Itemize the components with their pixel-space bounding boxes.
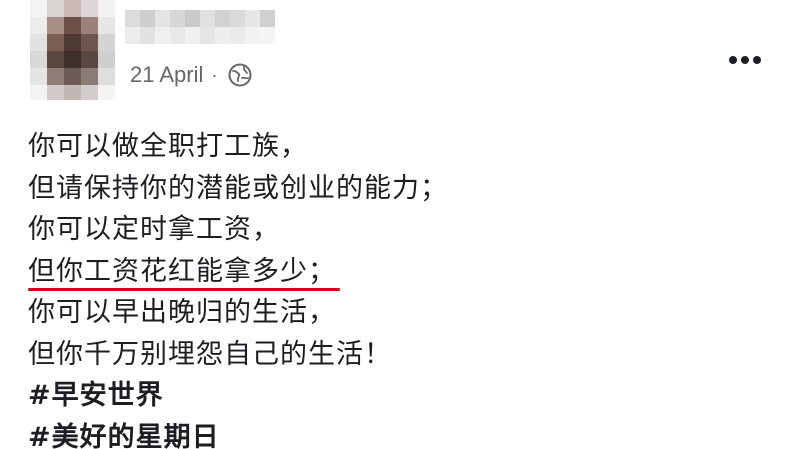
hashtag-1[interactable]: #早安世界 — [28, 375, 788, 417]
avatar-pixel — [64, 34, 81, 51]
avatar-pixel — [81, 51, 98, 68]
avatar-pixel — [30, 34, 47, 51]
post-meta: 21 April · — [130, 62, 253, 88]
name-pixel — [200, 10, 215, 27]
avatar-pixel — [30, 85, 47, 100]
avatar-pixel — [47, 0, 64, 17]
avatar-pixel — [98, 34, 115, 51]
name-pixel — [140, 27, 155, 44]
name-pixel — [125, 10, 140, 27]
post-line-1: 你可以做全职打工族， — [28, 131, 308, 162]
avatar-pixel — [64, 51, 81, 68]
name-pixel — [215, 27, 230, 44]
name-pixel — [245, 10, 260, 27]
avatar-pixel — [47, 51, 64, 68]
name-pixel — [230, 27, 245, 44]
name-pixel — [185, 27, 200, 44]
avatar-pixel — [47, 68, 64, 85]
name-pixel — [155, 10, 170, 27]
name-pixel — [215, 10, 230, 27]
name-pixel — [140, 10, 155, 27]
avatar-pixel — [30, 0, 47, 17]
avatar-pixel — [81, 0, 98, 17]
avatar-pixel — [98, 51, 115, 68]
avatar-pixel — [98, 85, 115, 100]
avatar-pixel — [64, 85, 81, 100]
avatar-pixel — [81, 85, 98, 100]
more-options-icon — [729, 56, 761, 64]
name-pixel — [200, 27, 215, 44]
post-line-6: 但你千万别埋怨自己的生活！ — [28, 338, 392, 370]
hashtag-2[interactable]: #美好的星期日 — [28, 417, 788, 449]
name-pixel — [245, 27, 260, 44]
globe-icon[interactable] — [227, 62, 253, 88]
avatar-pixel — [81, 68, 98, 85]
name-pixel — [170, 10, 185, 27]
name-pixel — [230, 10, 245, 27]
post-line-4-text: 但你工资花红能拿多少； — [28, 255, 336, 287]
post-header: 21 April · — [0, 0, 800, 120]
avatar[interactable] — [30, 0, 115, 100]
name-pixel — [170, 27, 185, 44]
avatar-pixel — [30, 17, 47, 34]
avatar-pixel — [64, 17, 81, 34]
name-pixel — [260, 27, 275, 44]
avatar-pixel — [30, 68, 47, 85]
name-pixel — [260, 10, 275, 27]
avatar-pixel — [47, 85, 64, 100]
red-underline-annotation — [28, 287, 340, 291]
name-pixel — [155, 27, 170, 44]
post-date[interactable]: 21 April — [130, 62, 203, 88]
avatar-pixel — [64, 0, 81, 17]
meta-separator: · — [211, 64, 218, 85]
avatar-pixel — [98, 0, 115, 17]
more-options-button[interactable] — [722, 45, 772, 75]
post-line-4-underlined: 但你工资花红能拿多少； — [28, 251, 788, 293]
avatar-pixel — [47, 17, 64, 34]
avatar-pixel — [98, 17, 115, 34]
post-line-2: 但请保持你的潜能或创业的能力； — [28, 172, 448, 204]
name-pixel — [185, 10, 200, 27]
post-line-5: 你可以早出晚归的生活， — [28, 297, 336, 328]
name-pixel — [125, 27, 140, 44]
post-body: 你可以做全职打工族， 但请保持你的潜能或创业的能力； 你可以定时拿工资， 但你工… — [28, 126, 788, 449]
avatar-pixel — [30, 51, 47, 68]
avatar-pixel — [47, 34, 64, 51]
avatar-pixel — [64, 68, 81, 85]
avatar-pixel — [98, 68, 115, 85]
avatar-pixel — [81, 17, 98, 34]
author-name-blurred[interactable] — [125, 10, 275, 44]
avatar-pixel — [81, 34, 98, 51]
post-line-3: 你可以定时拿工资， — [28, 214, 280, 245]
